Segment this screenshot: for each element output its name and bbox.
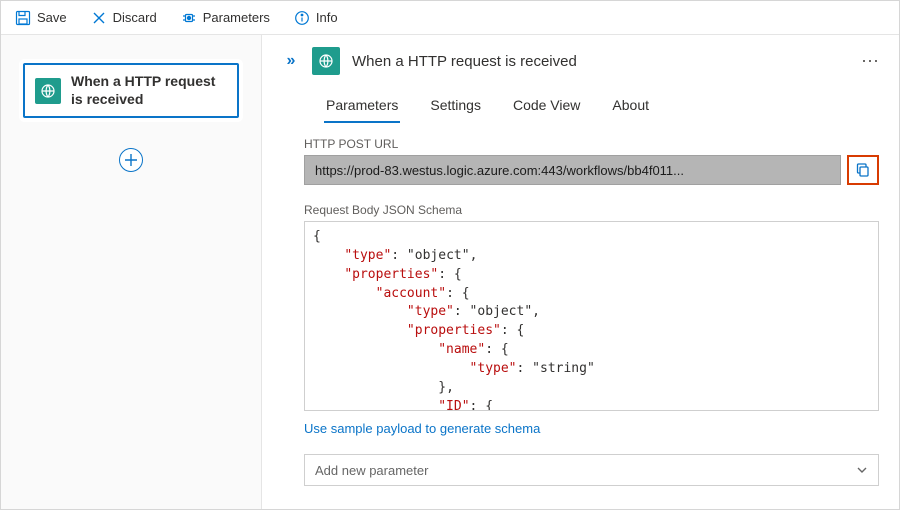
panel-title: When a HTTP request is received — [352, 53, 845, 70]
discard-label: Discard — [113, 10, 157, 25]
panel-tabs: Parameters Settings Code View About — [282, 75, 883, 123]
schema-editor[interactable]: { "type": "object", "properties": { "acc… — [304, 221, 879, 411]
save-label: Save — [37, 10, 67, 25]
tab-about[interactable]: About — [610, 89, 651, 123]
http-post-url-label: HTTP POST URL — [304, 137, 879, 151]
schema-label: Request Body JSON Schema — [304, 203, 879, 217]
add-new-parameter-dropdown[interactable]: Add new parameter — [304, 454, 879, 486]
tab-code-view[interactable]: Code View — [511, 89, 582, 123]
info-label: Info — [316, 10, 338, 25]
tab-parameters[interactable]: Parameters — [324, 89, 400, 123]
copy-url-button[interactable] — [847, 155, 879, 185]
info-icon — [294, 10, 310, 26]
tab-settings[interactable]: Settings — [428, 89, 483, 123]
trigger-node-label: When a HTTP request is received — [71, 73, 227, 108]
save-icon — [15, 10, 31, 26]
designer-canvas: When a HTTP request is received — [1, 35, 262, 509]
http-trigger-icon — [35, 78, 61, 104]
toolbar: Save Discard Parameters Info — [1, 1, 899, 35]
more-icon[interactable]: ⋯ — [857, 52, 883, 70]
save-button[interactable]: Save — [5, 4, 77, 32]
panel-http-icon — [312, 47, 340, 75]
discard-button[interactable]: Discard — [81, 4, 167, 32]
parameters-icon — [181, 10, 197, 26]
discard-icon — [91, 10, 107, 26]
copy-icon — [855, 162, 871, 178]
collapse-icon[interactable]: » — [282, 52, 300, 70]
add-new-parameter-label: Add new parameter — [315, 463, 428, 478]
use-sample-payload-link[interactable]: Use sample payload to generate schema — [304, 421, 540, 436]
info-button[interactable]: Info — [284, 4, 348, 32]
parameters-button[interactable]: Parameters — [171, 4, 280, 32]
http-post-url-field[interactable]: https://prod-83.westus.logic.azure.com:4… — [304, 155, 841, 185]
chevron-down-icon — [856, 464, 868, 476]
trigger-node[interactable]: When a HTTP request is received — [23, 63, 239, 118]
add-step-button[interactable] — [119, 148, 143, 172]
details-panel: » When a HTTP request is received ⋯ Para… — [262, 35, 899, 509]
parameters-label: Parameters — [203, 10, 270, 25]
